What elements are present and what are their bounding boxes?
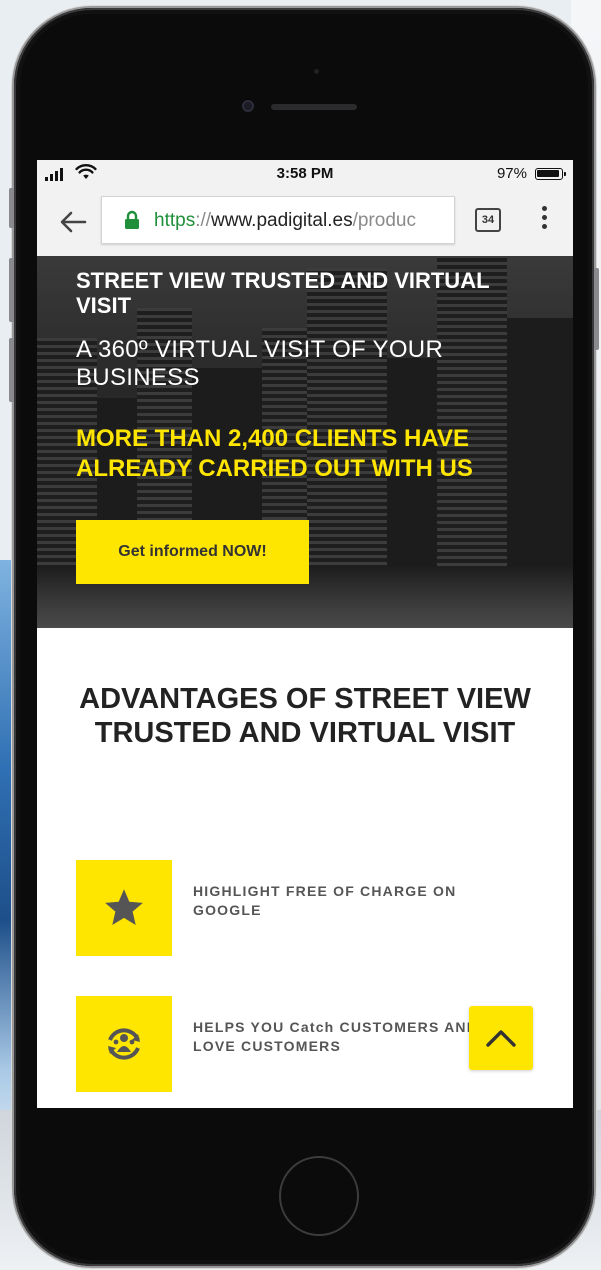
url-text: https://www.padigital.es/produc [154,210,416,232]
volume-down-button [9,338,14,402]
advantage-icon-box [76,996,172,1092]
proximity-sensor [314,69,319,74]
advantage-item: HIGHLIGHT FREE OF CHARGE ON GOOGLE [76,860,516,956]
advantages-heading: ADVANTAGES OF STREET VIEW TRUSTED AND VI… [79,683,531,749]
lock-icon [125,210,139,229]
status-bar: 3:58 PM 97% [37,160,573,188]
chevron-up-icon [486,1030,516,1047]
hero-subtitle: A 360º VIRTUAL VISIT OF YOUR BUSINESS [76,336,444,391]
advantage-label: HIGHLIGHT FREE OF CHARGE ON GOOGLE [193,883,457,918]
advantage-item: HELPS YOU Catch CUSTOMERS AND LOVE CUSTO… [76,996,516,1092]
hero-title: STREET VIEW TRUSTED AND VIRTUAL VISIT [76,268,490,318]
front-camera [242,100,254,112]
home-button[interactable] [279,1156,359,1236]
url-path: /produc [352,210,416,231]
tab-switcher-button[interactable]: 34 [475,208,501,232]
volume-up-button [9,258,14,322]
browser-toolbar: https://www.padigital.es/produc 34 [37,188,573,257]
advantage-label: HELPS YOU Catch CUSTOMERS AND LOVE CUSTO… [193,1019,479,1054]
customer-loyalty-icon [108,1028,140,1060]
scroll-to-top-button[interactable] [469,1006,533,1070]
earpiece-speaker [271,104,357,110]
hero-claim: MORE THAN 2,400 CLIENTS HAVE ALREADY CAR… [76,425,473,482]
phone-screen: 3:58 PM 97% https://www.padigital.es/pro… [37,160,573,1108]
advantage-icon-box [76,860,172,956]
url-separator: :// [195,210,212,231]
hero-banner: STREET VIEW TRUSTED AND VIRTUAL VISIT A … [37,256,573,628]
power-button [594,268,599,350]
star-icon [105,889,143,926]
url-host: www.padigital.es [211,210,353,231]
battery-percentage: 97% [496,165,527,182]
overflow-menu-icon[interactable] [540,206,548,234]
get-informed-button[interactable]: Get informed NOW! [76,520,309,584]
address-bar[interactable]: https://www.padigital.es/produc [101,196,455,244]
back-arrow-icon[interactable] [59,210,87,234]
url-scheme: https [154,210,196,231]
status-time: 3:58 PM [276,165,334,182]
mute-switch [9,188,14,228]
battery-icon [535,168,566,180]
